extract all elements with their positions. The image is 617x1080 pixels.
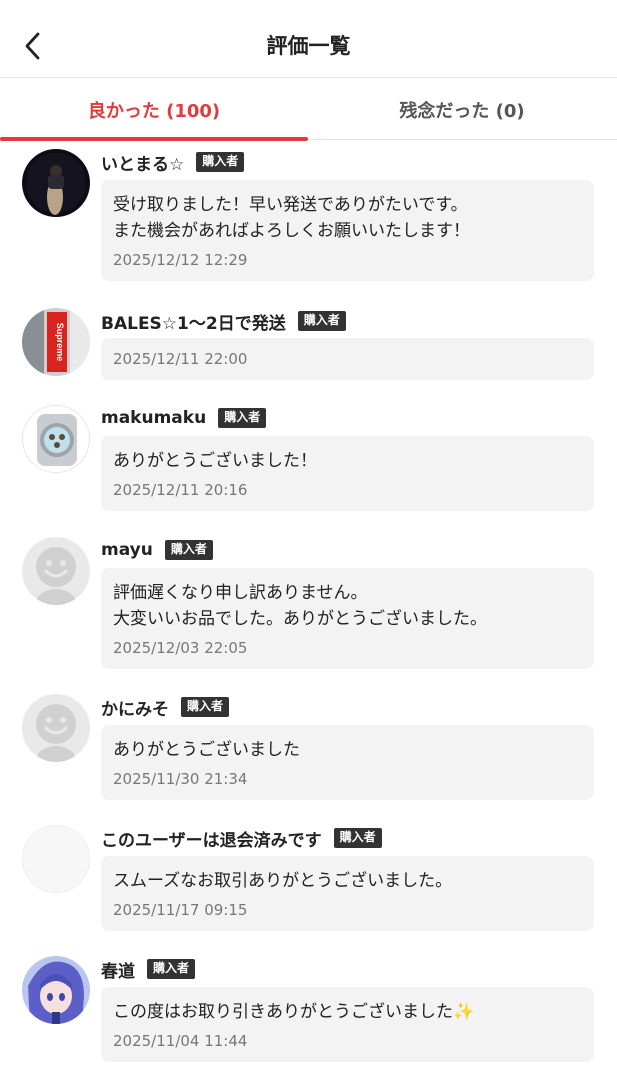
buyer-badge: 購入者 <box>333 828 382 848</box>
tab-bad[interactable]: 残念だった (0) <box>308 78 616 140</box>
tab-good-label: 良かった (100) <box>87 101 221 122</box>
review-comment: ありがとうございました！ <box>113 451 317 471</box>
default-user-icon <box>22 694 90 762</box>
buyer-badge: 購入者 <box>196 152 245 172</box>
review-bubble: ありがとうございました！ 2025/12/11 20:16 <box>101 436 594 511</box>
review-bubble: 2025/12/11 22:00 <box>101 338 594 380</box>
review-comment: 評価遅くなり申し訳ありません。 大変いいお品でした。ありがとうございました。 <box>113 583 487 629</box>
reviewer-name[interactable]: かにみそ <box>101 695 169 720</box>
review-bubble: 評価遅くなり申し訳ありません。 大変いいお品でした。ありがとうございました。 2… <box>101 568 594 669</box>
reviewer-name[interactable]: いとまる☆ <box>101 150 184 175</box>
active-tab-indicator <box>0 137 308 141</box>
reviewer-header: makumaku 購入者 <box>101 405 267 431</box>
reviewer-name[interactable]: このユーザーは退会済みです <box>101 826 322 851</box>
reviewer-name[interactable]: mayu <box>101 540 153 560</box>
review-date: 2025/12/12 12:29 <box>113 251 248 269</box>
tab-good[interactable]: 良かった (100) <box>0 78 308 141</box>
reviewer-name[interactable]: 春道 <box>101 957 135 982</box>
review-comment: この度はお取り引きありがとうございました✨ <box>113 1002 475 1022</box>
review-date: 2025/11/17 09:15 <box>113 901 248 919</box>
review-bubble: ありがとうございました 2025/11/30 21:34 <box>101 725 594 800</box>
reviewer-header: いとまる☆ 購入者 <box>101 149 245 175</box>
buyer-badge: 購入者 <box>147 959 196 979</box>
review-date: 2025/12/03 22:05 <box>113 639 248 657</box>
review-date: 2025/12/11 20:16 <box>113 481 248 499</box>
avatar[interactable] <box>22 149 90 217</box>
buyer-badge: 購入者 <box>297 311 346 331</box>
reviewer-header: かにみそ 購入者 <box>101 694 230 720</box>
reviewer-name[interactable]: BALES☆1〜2日で発送 <box>101 309 286 334</box>
reviewer-header: mayu 購入者 <box>101 537 213 563</box>
buyer-badge: 購入者 <box>218 408 267 428</box>
avatar[interactable] <box>22 537 90 605</box>
avatar[interactable] <box>22 825 90 893</box>
avatar[interactable] <box>22 956 90 1024</box>
avatar[interactable] <box>22 694 90 762</box>
review-bubble: スムーズなお取引ありがとうございました。 2025/11/17 09:15 <box>101 856 594 931</box>
default-user-icon <box>22 537 90 605</box>
avatar-logo-text: Supreme <box>55 323 65 362</box>
review-bubble: 受け取りました！早い発送でありがたいです。 また機会があればよろしくお願いいたし… <box>101 180 594 281</box>
page-title: 評価一覧 <box>266 34 351 58</box>
review-comment: スムーズなお取引ありがとうございました。 <box>113 871 453 891</box>
reviewer-header: 春道 購入者 <box>101 956 196 982</box>
review-bubble: この度はお取り引きありがとうございました✨ 2025/11/04 11:44 <box>101 987 594 1062</box>
review-date: 2025/11/30 21:34 <box>113 770 248 788</box>
reviewer-name[interactable]: makumaku <box>101 408 206 428</box>
rating-tabs: 良かった (100) 残念だった (0) <box>0 78 617 141</box>
avatar[interactable] <box>22 405 90 473</box>
tab-bad-label: 残念だった (0) <box>399 101 525 122</box>
review-comment: ありがとうございました <box>113 740 300 760</box>
buyer-badge: 購入者 <box>164 540 213 560</box>
review-date: 2025/11/04 11:44 <box>113 1032 248 1050</box>
header-bar: 評価一覧 <box>0 0 617 78</box>
avatar[interactable]: Supreme <box>22 308 90 376</box>
review-comment: 受け取りました！早い発送でありがたいです。 また機会があればよろしくお願いいたし… <box>113 195 470 241</box>
reviewer-header: このユーザーは退会済みです 購入者 <box>101 825 382 851</box>
buyer-badge: 購入者 <box>181 697 230 717</box>
reviewer-header: BALES☆1〜2日で発送 購入者 <box>101 308 346 334</box>
review-date: 2025/12/11 22:00 <box>113 350 248 368</box>
